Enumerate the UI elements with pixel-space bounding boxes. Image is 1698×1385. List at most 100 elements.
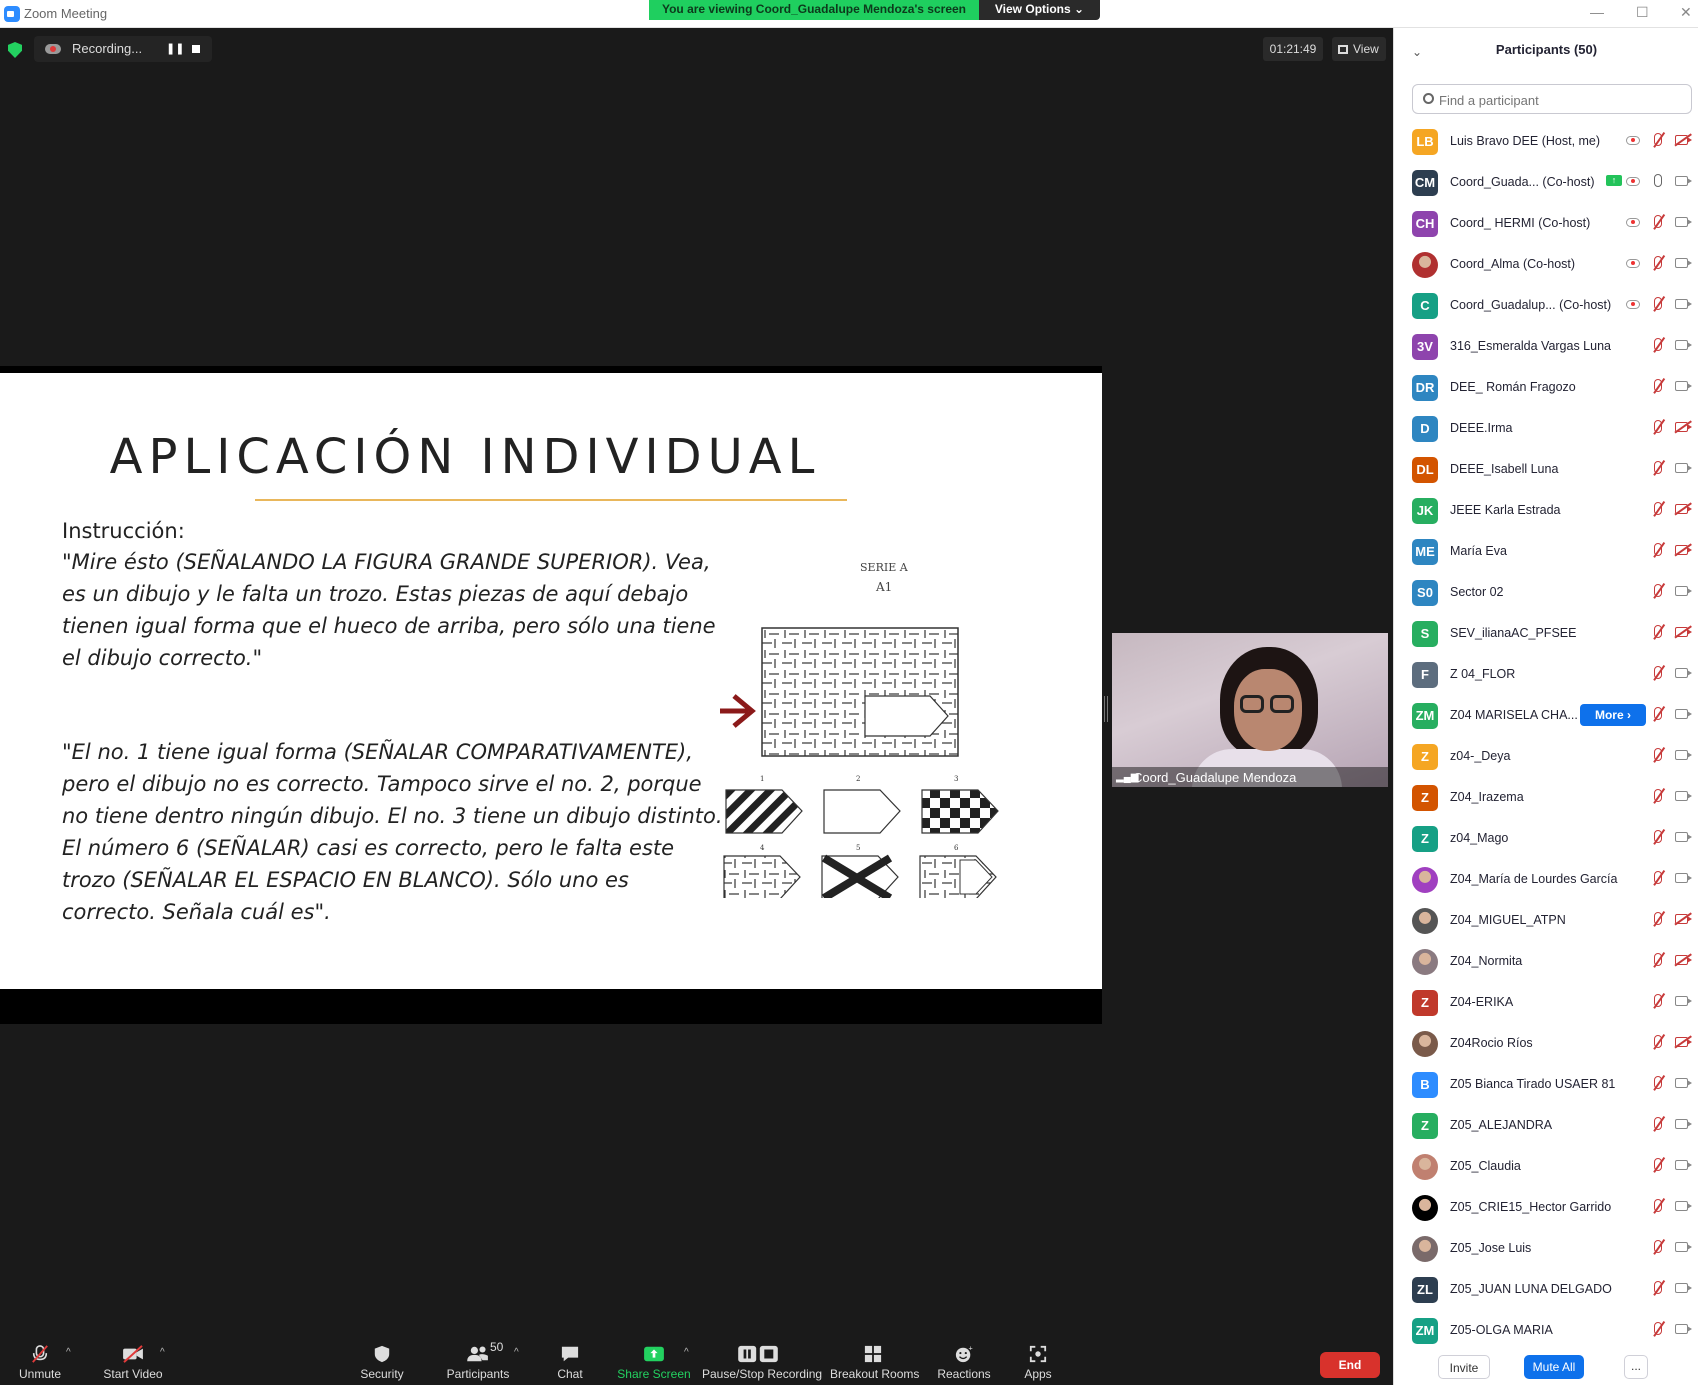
split-resize-handle[interactable]	[1104, 696, 1108, 722]
participant-row[interactable]: Zz04-_Deya	[1394, 736, 1698, 777]
participant-row[interactable]: Z Z05_ALEJANDRA	[1394, 1105, 1698, 1146]
participant-row[interactable]: Z Z04-ERIKA	[1394, 982, 1698, 1023]
participant-row[interactable]: DL DEEE_Isabell Luna	[1394, 449, 1698, 490]
video-camera-icon[interactable]	[1675, 586, 1688, 596]
video-options-caret[interactable]: ^	[160, 1347, 165, 1358]
microphone-muted-icon[interactable]	[1654, 994, 1662, 1007]
video-camera-icon[interactable]	[1675, 668, 1688, 678]
video-off-icon[interactable]	[1675, 955, 1688, 965]
video-camera-icon[interactable]	[1675, 217, 1688, 227]
video-camera-icon[interactable]	[1675, 873, 1688, 883]
microphone-muted-icon[interactable]	[1654, 830, 1662, 843]
participant-row[interactable]: ME María Eva	[1394, 531, 1698, 572]
video-camera-icon[interactable]	[1675, 750, 1688, 760]
video-camera-icon[interactable]	[1675, 1119, 1688, 1129]
chat-button[interactable]: Chat	[550, 1333, 590, 1385]
video-camera-icon[interactable]	[1675, 1242, 1688, 1252]
video-camera-icon[interactable]	[1675, 340, 1688, 350]
microphone-muted-icon[interactable]	[1654, 953, 1662, 966]
participant-row[interactable]: ZM Z04 MARISELA CHA... More ›	[1394, 695, 1698, 736]
participant-row[interactable]: Coord_Alma (Co-host)	[1394, 244, 1698, 285]
participant-row[interactable]: Z05_CRIE15_Hector Garrido	[1394, 1187, 1698, 1228]
participant-search-input[interactable]	[1439, 90, 1679, 110]
audio-options-caret[interactable]: ^	[66, 1347, 71, 1358]
microphone-muted-icon[interactable]	[1654, 707, 1662, 720]
participant-row[interactable]: B Z05 Bianca Tirado USAER 81	[1394, 1064, 1698, 1105]
participant-row[interactable]: DR DEE_ Román Fragozo	[1394, 367, 1698, 408]
participant-row[interactable]: LB Luis Bravo DEE (Host, me)	[1394, 121, 1698, 162]
pause-stop-recording-button[interactable]: Pause/Stop Recording	[702, 1333, 822, 1385]
reactions-button[interactable]: + Reactions	[934, 1333, 994, 1385]
participant-row[interactable]: Zz04_Mago	[1394, 818, 1698, 859]
participant-more-button[interactable]: More ›	[1580, 704, 1646, 726]
video-camera-icon[interactable]	[1675, 1283, 1688, 1293]
participant-row[interactable]: CH Coord_ HERMI (Co-host)	[1394, 203, 1698, 244]
microphone-muted-icon[interactable]	[1654, 1035, 1662, 1048]
apps-button[interactable]: Apps	[1018, 1333, 1058, 1385]
minimize-button[interactable]: —	[1590, 4, 1604, 20]
share-options-caret[interactable]: ^	[684, 1347, 689, 1358]
view-options-button[interactable]: View Options ⌄	[979, 0, 1100, 20]
microphone-muted-icon[interactable]	[1654, 338, 1662, 351]
microphone-muted-icon[interactable]	[1654, 297, 1662, 310]
close-button[interactable]: ✕	[1680, 4, 1692, 21]
video-off-icon[interactable]	[1675, 914, 1688, 924]
mute-all-button[interactable]: Mute All	[1524, 1355, 1584, 1379]
participants-button[interactable]: Participants 50	[440, 1333, 516, 1385]
pause-recording-button[interactable]: ❚❚	[166, 42, 184, 55]
microphone-muted-icon[interactable]	[1654, 133, 1662, 146]
microphone-muted-icon[interactable]	[1654, 1240, 1662, 1253]
participant-row[interactable]: JK JEEE Karla Estrada	[1394, 490, 1698, 531]
microphone-muted-icon[interactable]	[1654, 215, 1662, 228]
microphone-muted-icon[interactable]	[1654, 1117, 1662, 1130]
video-camera-icon[interactable]	[1675, 996, 1688, 1006]
participant-row[interactable]: Z04Rocio Ríos	[1394, 1023, 1698, 1064]
microphone-muted-icon[interactable]	[1654, 256, 1662, 269]
participant-row[interactable]: Z04_María de Lourdes García	[1394, 859, 1698, 900]
stop-recording-button[interactable]	[192, 45, 200, 53]
microphone-muted-icon[interactable]	[1654, 789, 1662, 802]
breakout-rooms-button[interactable]: Breakout Rooms	[830, 1333, 919, 1385]
encryption-shield-icon[interactable]	[8, 42, 22, 58]
speaker-video-tile[interactable]: ▂▄▆ Coord_Guadalupe Mendoza	[1112, 633, 1388, 787]
video-camera-icon[interactable]	[1675, 176, 1688, 186]
video-camera-icon[interactable]	[1675, 463, 1688, 473]
invite-button[interactable]: Invite	[1438, 1355, 1490, 1379]
microphone-muted-icon[interactable]	[1654, 502, 1662, 515]
microphone-muted-icon[interactable]	[1654, 1322, 1662, 1335]
video-off-icon[interactable]	[1675, 135, 1688, 145]
microphone-muted-icon[interactable]	[1654, 584, 1662, 597]
video-camera-icon[interactable]	[1675, 832, 1688, 842]
share-screen-button[interactable]: Share Screen	[614, 1333, 694, 1385]
microphone-muted-icon[interactable]	[1654, 461, 1662, 474]
video-off-icon[interactable]	[1675, 545, 1688, 555]
more-options-button[interactable]: ...	[1624, 1355, 1648, 1379]
video-off-icon[interactable]	[1675, 627, 1688, 637]
participant-search[interactable]	[1412, 84, 1692, 114]
microphone-muted-icon[interactable]	[1654, 379, 1662, 392]
participant-row[interactable]: D DEEE.Irma	[1394, 408, 1698, 449]
participant-row[interactable]: ZL Z05_JUAN LUNA DELGADO	[1394, 1269, 1698, 1310]
unmute-button[interactable]: Unmute	[10, 1333, 70, 1385]
microphone-muted-icon[interactable]	[1654, 748, 1662, 761]
video-camera-icon[interactable]	[1675, 381, 1688, 391]
microphone-muted-icon[interactable]	[1654, 1281, 1662, 1294]
video-camera-icon[interactable]	[1675, 1160, 1688, 1170]
video-off-icon[interactable]	[1675, 1037, 1688, 1047]
microphone-muted-icon[interactable]	[1654, 420, 1662, 433]
video-camera-icon[interactable]	[1675, 1201, 1688, 1211]
microphone-muted-icon[interactable]	[1654, 666, 1662, 679]
end-meeting-button[interactable]: End	[1320, 1352, 1380, 1378]
participant-row[interactable]: S0 Sector 02	[1394, 572, 1698, 613]
video-camera-icon[interactable]	[1675, 791, 1688, 801]
participant-row[interactable]: 3V 316_Esmeralda Vargas Luna	[1394, 326, 1698, 367]
participants-options-caret[interactable]: ^	[514, 1347, 519, 1358]
video-camera-icon[interactable]	[1675, 709, 1688, 719]
participant-row[interactable]: C Coord_Guadalup... (Co-host)	[1394, 285, 1698, 326]
participant-row[interactable]: Z04_MIGUEL_ATPN	[1394, 900, 1698, 941]
start-video-button[interactable]: Start Video	[96, 1333, 170, 1385]
video-camera-icon[interactable]	[1675, 1078, 1688, 1088]
view-button[interactable]: View	[1332, 37, 1386, 61]
video-camera-icon[interactable]	[1675, 258, 1688, 268]
video-off-icon[interactable]	[1675, 504, 1688, 514]
